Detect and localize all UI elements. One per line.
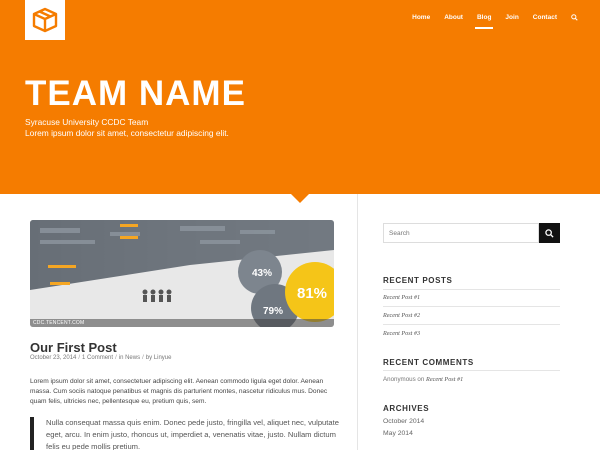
post-comments-link[interactable]: 1 Comment [82,355,113,361]
infographic-image: 43% 79% 81% [30,220,334,327]
post-meta: October 23, 2014/1 Comment / in News / by Li… [30,355,172,361]
search-button[interactable] [539,223,560,243]
nav-blog[interactable]: Blog [470,14,498,29]
svg-text:81%: 81% [297,285,327,302]
widget-divider [383,306,560,307]
widget-divider [383,289,560,290]
post-date[interactable]: October 23, 2014 [30,355,76,361]
hero-header: Home About Blog Join Contact TEAM NAME S… [0,0,600,194]
archives-title: ARCHIVES [383,404,430,413]
comment-on-label: on [417,376,425,383]
post-category-link[interactable]: News [125,355,140,361]
post-author-link[interactable]: Linyue [154,355,172,361]
search-input[interactable]: Search [383,223,539,243]
sidebar-divider [357,194,358,450]
comment-post-link[interactable]: Recent Post #1 [426,376,463,383]
post-featured-image[interactable]: 43% 79% 81% CDC.TENCENT.COM [30,220,334,327]
post-excerpt: Lorem ipsum dolor sit amet, consectetuer… [30,378,328,405]
recent-post-link[interactable]: Recent Post #2 [383,312,420,319]
svg-text:79%: 79% [263,306,283,317]
svg-text:43%: 43% [252,268,272,279]
post-title[interactable]: Our First Post [30,340,117,355]
recent-posts-title: RECENT POSTS [383,276,453,285]
search-icon [545,228,554,238]
image-caption: CDC.TENCENT.COM [33,320,85,326]
widget-divider [383,370,560,371]
nav-home[interactable]: Home [405,14,437,23]
archive-link[interactable]: October 2014 [383,418,424,425]
in-label: in [118,355,124,361]
nav-join[interactable]: Join [498,14,525,23]
hero-subtitle: Syracuse University CCDC Team Lorem ipsu… [25,117,229,139]
post-blockquote: Nulla consequat massa quis enim. Donec p… [30,417,340,450]
by-label: by [145,355,153,361]
nav-about[interactable]: About [437,14,470,23]
recent-comment: Anonymous on Recent Post #1 [383,376,463,383]
archive-link[interactable]: May 2014 [383,430,413,437]
hero-subtitle-line2: Lorem ipsum dolor sit amet, consectetur … [25,128,229,138]
search-icon[interactable] [564,14,578,23]
page-title: TEAM NAME [25,74,246,113]
recent-comments-title: RECENT COMMENTS [383,358,474,367]
comment-author: Anonymous [383,376,416,383]
nav-contact[interactable]: Contact [526,14,564,23]
recent-post-link[interactable]: Recent Post #1 [383,294,420,301]
main-nav: Home About Blog Join Contact [405,14,578,29]
hero-subtitle-line1: Syracuse University CCDC Team [25,117,149,127]
recent-post-link[interactable]: Recent Post #3 [383,330,420,337]
site-logo[interactable] [25,0,65,40]
widget-divider [383,324,560,325]
box-icon [32,7,58,33]
